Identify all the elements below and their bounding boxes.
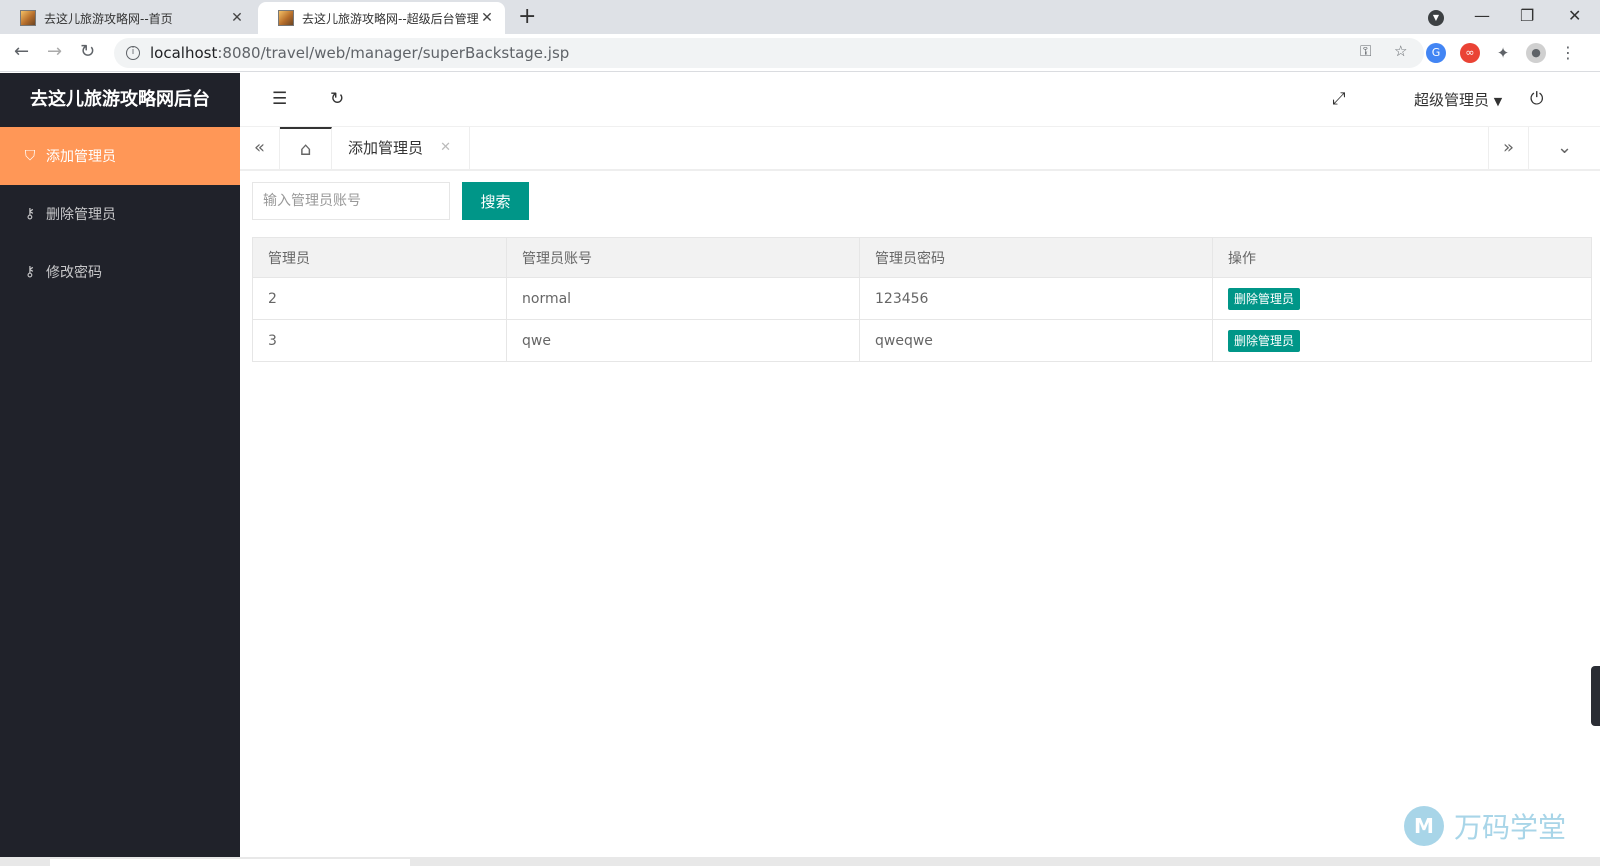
new-tab-button[interactable]: + [518,5,536,29]
page-tabs-bar: « ⌂ 添加管理员 ✕ » ⌄ [240,127,1600,171]
tabs-dropdown-icon[interactable]: ⌄ [1528,127,1600,169]
tab-search-icon[interactable]: ▼ [1428,10,1444,26]
extensions-puzzle-icon[interactable]: ✦ [1493,43,1513,63]
cell-actions: 删除管理员 [1212,319,1592,362]
main-area: ☰ ↻ ⤢ 超级管理员 ▼ ⏻ « ⌂ 添加管理员 ✕ » ⌄ 搜索 管理员 管… [240,73,1600,857]
address-bar[interactable]: i localhost:8080/travel/web/manager/supe… [114,38,1424,68]
browser-tab-home[interactable]: 去这儿旅游攻略网--首页 ✕ [0,2,255,34]
site-info-icon[interactable]: i [126,46,140,60]
cell-actions: 删除管理员 [1212,277,1592,320]
browser-tab-title: 去这儿旅游攻略网--首页 [44,11,173,26]
browser-menu-icon[interactable]: ⋮ [1558,43,1578,63]
key-icon: ⚷ [24,206,36,222]
refresh-icon[interactable]: ↻ [330,89,344,109]
reload-icon[interactable]: ↻ [80,42,95,62]
power-logout-icon[interactable]: ⏻ [1530,89,1543,109]
window-close-icon[interactable]: ✕ [1568,4,1581,28]
delete-admin-button[interactable]: 删除管理员 [1228,329,1301,352]
sidebar-item-add-admin[interactable]: ⛉ 添加管理员 [0,127,240,185]
cell-admin-id: 3 [252,319,507,362]
sidebar-item-label: 添加管理员 [46,149,116,165]
restore-icon[interactable]: ❐ [1520,4,1534,28]
key-icon: ⚷ [24,264,36,280]
table-header-row: 管理员 管理员账号 管理员密码 操作 [252,237,1592,278]
profile-avatar-icon[interactable]: ● [1526,43,1546,63]
close-tab-icon[interactable]: ✕ [479,10,495,26]
admin-account-search-input[interactable] [252,182,450,220]
sidebar-item-label: 删除管理员 [46,207,116,223]
fullscreen-icon[interactable]: ⤢ [1332,89,1346,109]
tab-add-admin[interactable]: 添加管理员 ✕ [332,127,470,169]
column-header-actions: 操作 [1212,237,1592,278]
top-header: ☰ ↻ ⤢ 超级管理员 ▼ ⏻ [240,73,1600,127]
cell-password: qweqwe [859,319,1213,362]
table-row: 3 qwe qweqwe 删除管理员 [252,319,1592,362]
cell-account: qwe [506,319,860,362]
search-button[interactable]: 搜索 [462,182,529,220]
url-path: :8080/travel/web/manager/superBackstage.… [217,44,570,62]
scrollbar-thumb[interactable] [50,859,410,866]
browser-tab-backstage[interactable]: 去这儿旅游攻略网--超级后台管理 ✕ [258,2,505,34]
browser-tab-title: 去这儿旅游攻略网--超级后台管理 [302,11,479,26]
browser-tab-strip: 去这儿旅游攻略网--首页 ✕ 去这儿旅游攻略网--超级后台管理 ✕ + ▼ — … [0,0,1600,34]
watermark-text: 万码学堂 [1454,811,1567,844]
browser-toolbar: ← → ↻ i localhost:8080/travel/web/manage… [0,34,1600,72]
close-tab-icon[interactable]: ✕ [440,127,451,169]
caret-down-icon: ▼ [1493,95,1503,108]
back-arrow-icon[interactable]: ← [14,42,29,62]
page-content: 搜索 管理员 管理员账号 管理员密码 操作 2 normal 123456 删除… [240,171,1600,372]
watermark: M 万码学堂 [1404,806,1566,846]
column-header-password: 管理员密码 [859,237,1213,278]
watermark-logo-icon: M [1404,806,1444,846]
minimize-icon[interactable]: — [1474,4,1490,28]
cell-account: normal [506,277,860,320]
tabs-scroll-right-icon[interactable]: » [1488,127,1528,169]
translate-extension-icon[interactable]: G [1426,43,1446,63]
site-favicon-icon [278,10,294,26]
table-row: 2 normal 123456 删除管理员 [252,277,1592,320]
url-host: localhost [150,44,218,62]
column-header-admin: 管理员 [252,237,507,278]
search-row: 搜索 [252,181,1588,221]
extension-icon[interactable]: ∞ [1460,43,1480,63]
site-favicon-icon [20,10,36,26]
side-panel-handle[interactable] [1591,666,1600,726]
sidebar: 去这儿旅游攻略网后台 ⛉ 添加管理员 ⚷ 删除管理员 ⚷ 修改密码 [0,73,240,857]
close-tab-icon[interactable]: ✕ [229,10,245,26]
sidebar-logo: 去这儿旅游攻略网后台 [30,89,210,110]
menu-toggle-icon[interactable]: ☰ [272,89,287,109]
cell-admin-id: 2 [252,277,507,320]
shield-icon: ⛉ [24,148,36,164]
delete-admin-button[interactable]: 删除管理员 [1228,287,1301,310]
cell-password: 123456 [859,277,1213,320]
user-name: 超级管理员 [1414,91,1490,109]
bookmark-star-icon[interactable]: ☆ [1394,42,1407,60]
key-icon[interactable]: ⚿ [1360,42,1371,60]
column-header-account: 管理员账号 [506,237,860,278]
sidebar-item-change-password[interactable]: ⚷ 修改密码 [0,243,240,301]
admin-table: 管理员 管理员账号 管理员密码 操作 2 normal 123456 删除管理员… [252,237,1592,362]
sidebar-item-delete-admin[interactable]: ⚷ 删除管理员 [0,185,240,243]
tabs-scroll-left-icon[interactable]: « [240,127,280,169]
sidebar-item-label: 修改密码 [46,265,102,281]
tab-label: 添加管理员 [348,139,424,157]
home-tab-icon[interactable]: ⌂ [280,127,332,169]
forward-arrow-icon[interactable]: → [47,42,62,62]
user-menu[interactable]: 超级管理员 ▼ [1414,89,1502,110]
url-text: localhost:8080/travel/web/manager/superB… [150,44,569,62]
